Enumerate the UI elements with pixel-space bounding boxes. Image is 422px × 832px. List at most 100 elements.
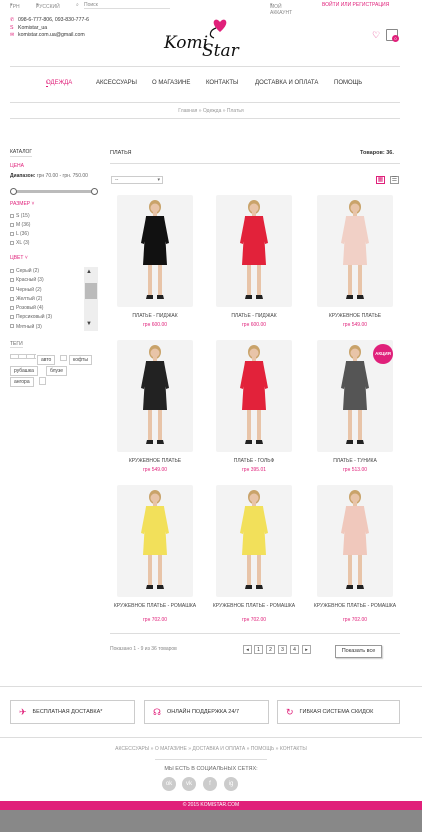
tag[interactable]: авто [37,355,56,365]
product-image[interactable] [317,485,393,597]
grid-view-icon[interactable]: ▦ [376,176,385,184]
pagination-next[interactable]: ▸ [302,645,311,654]
product-price: грн 600.00 [142,322,168,328]
scroll-down-icon[interactable]: ▼ [86,321,92,327]
nav-item-accessories[interactable]: АКСЕССУАРЫ [96,80,137,86]
price-slider-min-handle[interactable] [10,188,17,195]
product-name[interactable]: КРУЖЕВНОЕ ПЛАТЬЕ - РОМАШКА [309,603,401,609]
phones-text: 098-6-777-806, 093-830-777-6 [18,17,89,23]
page-link[interactable]: 4 [290,645,299,654]
product-card[interactable]: ПЛАТЬЕ - ПИДЖАК грн 600.00 [117,195,193,335]
product-count: Товаров: 36. [360,150,394,156]
product-image[interactable] [117,195,193,307]
product-price: грн 702.00 [142,617,168,623]
account-link[interactable]: МОЙ АККАУНТ ▾ [270,2,292,16]
product-name[interactable]: КРУЖЕВНОЕ ПЛАТЬЕ - РОМАШКА [109,603,201,609]
svg-text:Star: Star [202,41,240,60]
free-delivery-box[interactable]: ✈ БЕСПЛАТНАЯ ДОСТАВКА* [10,700,135,724]
model-figure [341,200,369,299]
cart-icon[interactable]: 0 [386,29,399,42]
product-name[interactable]: ПЛАТЬЕ - ПИДЖАК [208,313,300,319]
product-name[interactable]: ПЛАТЬЕ - ГОЛЬФ [208,458,300,464]
color-option[interactable]: Персиковый (3) [10,313,52,322]
product-image[interactable] [317,195,393,307]
heart-icon[interactable]: ♡ [372,30,380,41]
product-name[interactable]: КРУЖЕВНОЕ ПЛАТЬЕ [109,458,201,464]
divider [10,118,400,119]
instagram-icon[interactable]: ig [224,777,238,791]
tag[interactable]: ангора [10,377,34,387]
page-link[interactable]: 3 [278,645,287,654]
nav-item-delivery[interactable]: ДОСТАВКА И ОПЛАТА [255,80,318,86]
size-option[interactable]: XL (3) [10,239,30,248]
color-option[interactable]: Мятный (3) [10,323,52,332]
divider [110,633,400,634]
product-price: грн 513.00 [342,467,368,473]
product-card[interactable]: КРУЖЕВНОЕ ПЛАТЬЕ - РОМАШКА грн 702.00 [314,485,396,625]
color-option[interactable]: Розовый (4) [10,304,52,313]
product-image[interactable] [216,485,292,597]
tag[interactable]: рубашка [10,366,38,376]
product-card[interactable]: ПЛАТЬЕ - ГОЛЬФ грн 395.01 [216,340,292,480]
product-name[interactable]: ПЛАТЬЕ - ТУНИКА [309,458,401,464]
contacts: ✆ 098-6-777-806, 093-830-777-6 S Komistar_… [10,17,89,40]
product-name[interactable]: ПЛАТЬЕ - ПИДЖАК [109,313,201,319]
scroll-thumb[interactable] [85,283,97,299]
price-slider-track[interactable] [12,190,96,193]
logo[interactable]: Komi Star [158,18,258,61]
divider [0,686,422,687]
product-card[interactable]: КРУЖЕВНОЕ ПЛАТЬЕ грн 549.00 [117,340,193,480]
currency-select[interactable]: ГРН ▾ [10,2,20,10]
nav-item-contacts[interactable]: КОНТАКТЫ [206,80,238,86]
size-option[interactable]: M (36) [10,221,30,230]
odnoklassniki-icon[interactable]: ok [162,777,176,791]
search-input[interactable]: Поиск [84,2,170,9]
model-figure [240,490,268,589]
search-icon[interactable]: ⌕ [76,2,79,8]
color-option[interactable]: Желтый (2) [10,295,52,304]
product-image[interactable] [117,340,193,452]
color-option[interactable]: Красный (3) [10,276,52,285]
page-link[interactable]: 2 [266,645,275,654]
price-slider-max-handle[interactable] [91,188,98,195]
product-price: грн 702.00 [342,617,368,623]
product-card[interactable]: ПЛАТЬЕ - ПИДЖАК грн 600.00 [216,195,292,335]
product-name[interactable]: КРУЖЕВНОЕ ПЛАТЬЕ - РОМАШКА [208,603,300,609]
nav-item-help[interactable]: ПОМОЩЬ [334,80,362,86]
color-list-scrollbar[interactable]: ▲ ▼ [84,267,98,331]
product-card[interactable]: ПЛАТЬЕ - ТУНИКА грн 513.00 АКЦИЯ [317,340,393,480]
language-select[interactable]: РУССКИЙ ▾ [36,2,60,10]
product-price: грн 549.00 [342,322,368,328]
facebook-icon[interactable]: f [203,777,217,791]
nav-item-about[interactable]: О МАГАЗИНЕ [152,80,190,86]
list-view-icon[interactable]: ☰ [390,176,399,184]
product-image[interactable] [216,195,292,307]
size-filter-title: РАЗМЕР ˅ [10,201,35,207]
product-name[interactable]: КРУЖЕВНОЕ ПЛАТЬЕ [309,313,401,319]
product-image[interactable] [117,485,193,597]
product-image[interactable] [216,340,292,452]
tag[interactable]: блузе [46,366,68,376]
color-option[interactable]: Серый (2) [10,267,52,276]
vk-icon[interactable]: vk [182,777,196,791]
scroll-up-icon[interactable]: ▲ [86,269,92,275]
phone-icon: ✆ [10,17,15,23]
color-option[interactable]: Черный (2) [10,286,52,295]
nav-item-clothes[interactable]: ОДЕЖДА › [46,80,72,87]
product-card[interactable]: КРУЖЕВНОЕ ПЛАТЬЕ - РОМАШКА грн 702.00 [213,485,295,625]
footer-links[interactable]: АКСЕССУАРЫ » О МАГАЗИНЕ » ДОСТАВКА И ОПЛ… [0,746,422,752]
product-card[interactable]: КРУЖЕВНОЕ ПЛАТЬЕ - РОМАШКА грн 702.00 [114,485,196,625]
show-all-button[interactable]: Показать все [335,645,382,658]
support-box[interactable]: ☊ ОНЛАЙН ПОДДЕРЖКА 24/7 [144,700,269,724]
page-link[interactable]: 1 [254,645,263,654]
pagination-prev[interactable]: ◂ [243,645,252,654]
divider [10,66,400,67]
discount-box[interactable]: ↻ ГИБКАЯ СИСТЕМА СКИДОК [277,700,400,724]
size-option[interactable]: L (36) [10,230,30,239]
login-link[interactable]: ВОЙТИ ИЛИ РЕГИСТРАЦИЯ [322,2,389,8]
product-card[interactable]: КРУЖЕВНОЕ ПЛАТЬЕ грн 549.00 [317,195,393,335]
price-filter-title: ЦЕНА [10,163,24,169]
size-option[interactable]: S (15) [10,212,30,221]
sort-select[interactable]: -- ▾ [111,176,163,184]
tag[interactable]: кофты [69,355,92,365]
